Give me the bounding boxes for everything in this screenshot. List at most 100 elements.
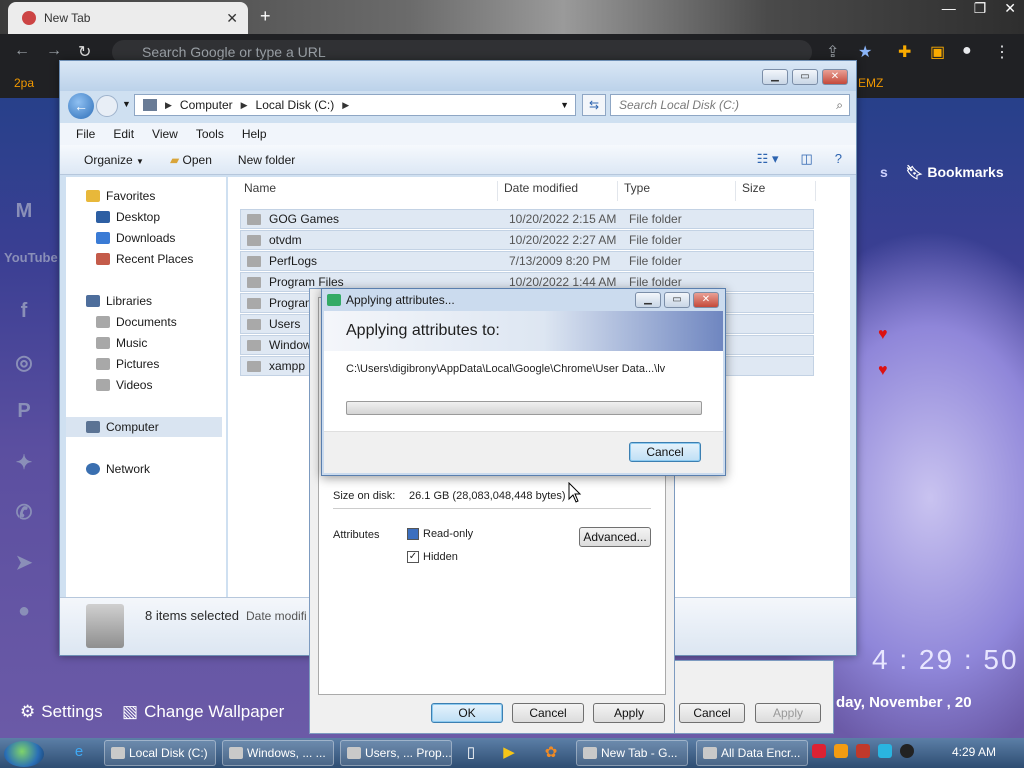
extensions-icon[interactable]: ✚ [898, 42, 911, 62]
twitter-icon[interactable]: ✦ [4, 450, 44, 482]
maximize-button[interactable]: ▭ [792, 69, 818, 85]
menu-tools[interactable]: Tools [196, 127, 224, 141]
column-header-name[interactable]: Name [238, 181, 498, 201]
tray-volume-icon[interactable] [900, 744, 914, 758]
tray-search-icon[interactable] [834, 744, 848, 758]
file-row[interactable]: GOG Games 10/20/2022 2:15 AM File folder [240, 209, 814, 229]
taskbar-item-windows[interactable]: Windows, ... ... [222, 740, 334, 766]
tray-display-icon[interactable] [878, 744, 892, 758]
share-icon[interactable]: ⇪ [826, 42, 839, 62]
apply-button[interactable]: Apply [593, 703, 665, 723]
cancel-button-2[interactable]: Cancel [679, 703, 745, 723]
hidden-checkbox[interactable]: ✓ Hidden [407, 551, 458, 564]
taskbar-item-all-data[interactable]: All Data Encr... [696, 740, 808, 766]
menu-help[interactable]: Help [242, 127, 267, 141]
nav-documents[interactable]: Documents [96, 315, 177, 329]
breadcrumb-local-disk[interactable]: Local Disk (C:) [256, 98, 335, 112]
facebook-icon[interactable]: f [4, 300, 44, 332]
forward-button[interactable] [96, 95, 118, 117]
preview-pane-icon[interactable]: ◫ [800, 151, 812, 167]
nav-videos[interactable]: Videos [96, 378, 152, 392]
forward-arrow-icon[interactable]: → [46, 42, 62, 60]
menu-icon[interactable]: ⋮ [994, 42, 1010, 62]
media-player-icon[interactable]: ▶ [498, 743, 520, 763]
whatsapp-icon[interactable]: ✆ [4, 500, 44, 532]
readonly-checkbox[interactable]: Read-only [407, 528, 473, 541]
nav-recent-places[interactable]: Recent Places [96, 252, 193, 266]
nav-computer[interactable]: Computer [66, 417, 222, 437]
paint-icon[interactable]: ✿ [540, 743, 562, 763]
ok-button[interactable]: OK [431, 703, 503, 723]
profile-icon[interactable]: ● [962, 42, 972, 60]
search-icon[interactable]: ⌕ [836, 95, 843, 115]
column-header-size[interactable]: Size [736, 181, 816, 201]
taskbar-item-chrome[interactable]: New Tab - G... [576, 740, 688, 766]
new-tab-plus-icon[interactable]: + [260, 6, 271, 27]
telegram-icon[interactable]: ➤ [4, 550, 44, 582]
change-wallpaper-link[interactable]: ▧ Change Wallpaper [122, 702, 284, 722]
recent-pages-chevron-icon[interactable]: ▼ [122, 99, 131, 109]
taskbar-item-local-disk[interactable]: Local Disk (C:) [104, 740, 216, 766]
youtube-icon[interactable]: YouTube [4, 250, 58, 282]
menu-file[interactable]: File [76, 127, 95, 141]
start-button[interactable] [4, 741, 44, 767]
nav-libraries[interactable]: Libraries [86, 294, 152, 308]
pinterest-icon[interactable]: P [4, 400, 44, 432]
taskbar-item-users-properties[interactable]: Users, ... Prop... [340, 740, 452, 766]
back-arrow-icon[interactable]: ← [14, 42, 30, 60]
search-input[interactable]: Search Local Disk (C:) ⌕ [610, 94, 850, 116]
star-icon[interactable]: ★ [858, 42, 872, 62]
gmail-icon[interactable]: M [4, 200, 44, 232]
bookmark-emz[interactable]: EMZ [858, 76, 883, 90]
internet-explorer-icon[interactable]: e [68, 743, 90, 763]
help-icon[interactable]: ? [835, 151, 842, 167]
explorer-pinned-icon[interactable]: ▯ [460, 743, 482, 763]
dialog-titlebar[interactable]: Applying attributes... ▁ ▭ ✕ [322, 289, 725, 311]
new-folder-button[interactable]: New folder [238, 153, 295, 167]
tray-v-icon[interactable] [812, 744, 826, 758]
nav-network[interactable]: Network [86, 462, 150, 476]
minimize-button[interactable]: ▁ [762, 69, 788, 85]
organize-button[interactable]: Organize ▼ [84, 153, 144, 167]
refresh-button[interactable]: ⇆ [582, 94, 606, 116]
nav-favorites[interactable]: Favorites [86, 189, 155, 203]
cancel-button[interactable]: Cancel [629, 442, 701, 462]
address-dropdown-icon[interactable]: ▼ [560, 100, 569, 110]
minimize-button[interactable]: ▁ [635, 292, 661, 308]
close-button[interactable]: ✕ [693, 292, 719, 308]
address-bar[interactable]: ▶ Computer ▶ Local Disk (C:) ▶ ▼ [134, 94, 576, 116]
bookmark-2pa[interactable]: 2pa [14, 76, 34, 90]
instagram-icon[interactable]: ◎ [4, 350, 44, 382]
file-row[interactable]: otvdm 10/20/2022 2:27 AM File folder [240, 230, 814, 250]
open-button[interactable]: ▰ Open [170, 153, 212, 167]
maximize-button[interactable]: ▭ [664, 292, 690, 308]
nav-desktop[interactable]: Desktop [96, 210, 160, 224]
nav-music[interactable]: Music [96, 336, 147, 350]
reddit-icon[interactable]: ● [4, 600, 44, 632]
breadcrumb-computer[interactable]: Computer [180, 98, 233, 112]
menu-edit[interactable]: Edit [113, 127, 134, 141]
bookmarks-link[interactable]: s 🔖︎ Bookmarks [880, 164, 1004, 181]
chrome-tab-new-tab[interactable]: New Tab ✕ [8, 2, 248, 34]
apply-button-2[interactable]: Apply [755, 703, 821, 723]
column-header-date[interactable]: Date modified [498, 181, 618, 201]
sidepanel-icon[interactable]: ▣ [930, 42, 945, 62]
back-button[interactable]: ← [68, 93, 94, 119]
reload-icon[interactable]: ↻ [78, 42, 91, 62]
nav-downloads[interactable]: Downloads [96, 231, 175, 245]
close-button[interactable]: ✕ [822, 69, 848, 85]
close-tab-icon[interactable]: ✕ [226, 10, 238, 27]
file-row[interactable]: PerfLogs 7/13/2009 8:20 PM File folder [240, 251, 814, 271]
explorer-titlebar[interactable]: ▁ ▭ ✕ [60, 61, 856, 91]
minimize-icon[interactable]: — [942, 0, 956, 17]
cancel-button[interactable]: Cancel [512, 703, 584, 723]
view-options-icon[interactable]: ☷ ▾ [757, 151, 779, 167]
close-icon[interactable]: ✕ [1004, 0, 1016, 17]
advanced-button[interactable]: Advanced... [579, 527, 651, 547]
tray-flag-icon[interactable] [856, 744, 870, 758]
nav-pictures[interactable]: Pictures [96, 357, 159, 371]
taskbar-clock[interactable]: 4:29 AM [952, 745, 996, 759]
restore-icon[interactable]: ❐ [974, 0, 987, 17]
column-header-type[interactable]: Type [618, 181, 736, 201]
settings-link[interactable]: ⚙ Settings [20, 702, 103, 722]
